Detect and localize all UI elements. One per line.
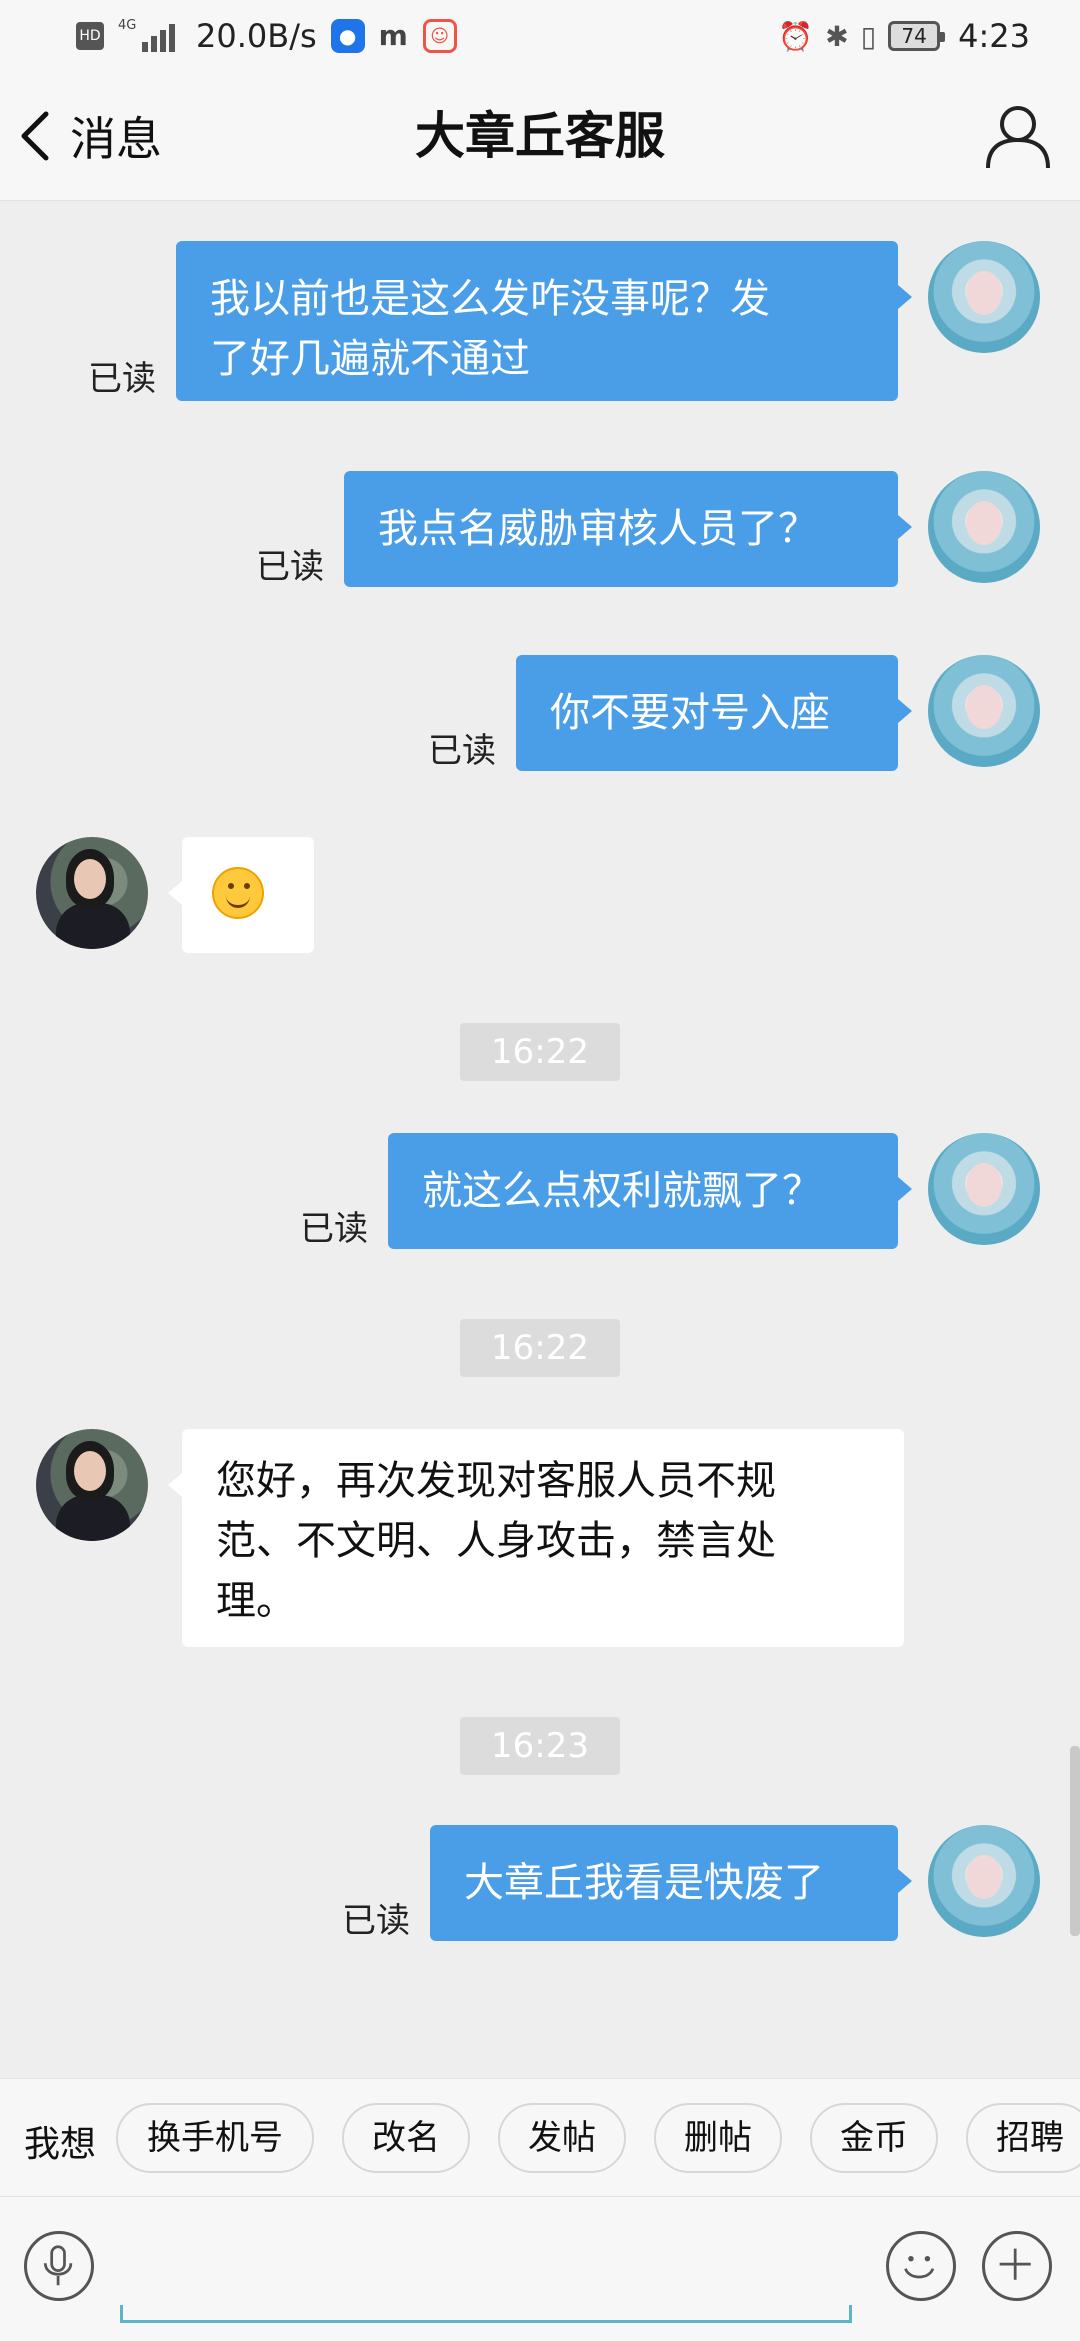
page-title: 大章丘客服 <box>415 107 665 165</box>
app-notification-icon: m <box>378 19 408 52</box>
read-receipt: 已读 <box>256 547 324 587</box>
network-speed: 20.0B/s <box>196 17 317 55</box>
message-text: 大章丘我看是快废了 <box>464 1860 824 1906</box>
quick-chip-delete-post[interactable]: 删帖 <box>654 2103 782 2173</box>
status-right: ⏰ ✱ ▯ 74 4:23 <box>778 14 1030 58</box>
read-receipt: 已读 <box>428 731 496 771</box>
clock: 4:23 <box>958 17 1030 55</box>
my-message-bubble[interactable]: 我以前也是这么发咋没事呢？发 了好几遍就不通过 <box>176 241 912 401</box>
vibrate-icon: ▯ <box>860 19 877 53</box>
quick-reply-label: 我想 <box>24 2124 97 2165</box>
input-bar <box>0 2196 1080 2341</box>
message-text: 范、不文明、人身攻击，禁言处 <box>216 1518 776 1564</box>
my-avatar[interactable] <box>928 1825 1040 1937</box>
plus-icon[interactable] <box>982 2231 1052 2301</box>
quick-chip-post[interactable]: 发帖 <box>498 2103 626 2173</box>
chat-area[interactable]: 我以前也是这么发咋没事呢？发 了好几遍就不通过 已读 我点名威胁审核人员了？ 已… <box>0 201 1080 2077</box>
my-avatar[interactable] <box>928 655 1040 767</box>
my-avatar[interactable] <box>928 471 1040 583</box>
bluetooth-icon: ✱ <box>825 19 849 53</box>
smiley-emoji-icon <box>212 867 264 919</box>
signal-icon: 4G <box>118 18 178 54</box>
timestamp: 16:22 <box>460 1023 620 1081</box>
my-message-bubble[interactable]: 大章丘我看是快废了 <box>430 1825 912 1941</box>
my-avatar[interactable] <box>928 241 1040 353</box>
nav-bar: 消息 大章丘客服 <box>0 72 1080 201</box>
status-left: HD 4G 20.0B/s ● m ☺ <box>76 14 457 58</box>
quick-chip-recruit[interactable]: 招聘 <box>966 2103 1080 2173</box>
quick-reply-bar: 我想 换手机号 改名 发帖 删帖 金币 招聘 <box>0 2078 1080 2197</box>
my-message-bubble[interactable]: 就这么点权利就飘了？ <box>388 1133 912 1249</box>
microphone-icon[interactable] <box>24 2231 94 2301</box>
app-notification-icon: ● <box>330 19 365 53</box>
agent-message-bubble[interactable]: 您好，再次发现对客服人员不规 范、不文明、人身攻击，禁言处 理。 <box>168 1429 904 1647</box>
message-text: 你不要对号入座 <box>550 690 830 736</box>
read-receipt: 已读 <box>88 359 156 399</box>
hd-indicator: HD <box>76 22 104 50</box>
alarm-icon: ⏰ <box>778 19 814 53</box>
agent-avatar[interactable] <box>36 1429 148 1541</box>
read-receipt: 已读 <box>342 1901 410 1941</box>
message-text: 了好几遍就不通过 <box>210 336 530 382</box>
scrollbar[interactable] <box>1070 1746 1080 1936</box>
smiley-icon[interactable] <box>886 2231 956 2301</box>
battery-icon: 74 <box>888 21 946 51</box>
person-icon[interactable] <box>982 100 1054 172</box>
message-text: 我点名威胁审核人员了？ <box>378 506 818 552</box>
timestamp: 16:23 <box>460 1717 620 1775</box>
quick-chip-rename[interactable]: 改名 <box>342 2103 470 2173</box>
network-type: 4G <box>118 18 137 33</box>
message-text: 您好，再次发现对客服人员不规 <box>216 1458 776 1504</box>
message-input[interactable] <box>120 2305 852 2323</box>
agent-message-bubble[interactable] <box>168 837 314 953</box>
message-text: 就这么点权利就飘了？ <box>422 1168 822 1214</box>
read-receipt: 已读 <box>300 1209 368 1249</box>
timestamp: 16:22 <box>460 1319 620 1377</box>
my-avatar[interactable] <box>928 1133 1040 1245</box>
quick-chip-change-phone[interactable]: 换手机号 <box>116 2103 314 2173</box>
agent-avatar[interactable] <box>36 837 148 949</box>
my-message-bubble[interactable]: 我点名威胁审核人员了？ <box>344 471 912 587</box>
my-message-bubble[interactable]: 你不要对号入座 <box>516 655 912 771</box>
message-text: 我以前也是这么发咋没事呢？发 <box>210 276 770 322</box>
quick-chip-coins[interactable]: 金币 <box>810 2103 938 2173</box>
status-bar: HD 4G 20.0B/s ● m ☺ ⏰ ✱ ▯ 74 4:23 <box>0 0 1080 72</box>
app-notification-icon: ☺ <box>422 19 457 53</box>
message-text: 理。 <box>216 1578 296 1624</box>
